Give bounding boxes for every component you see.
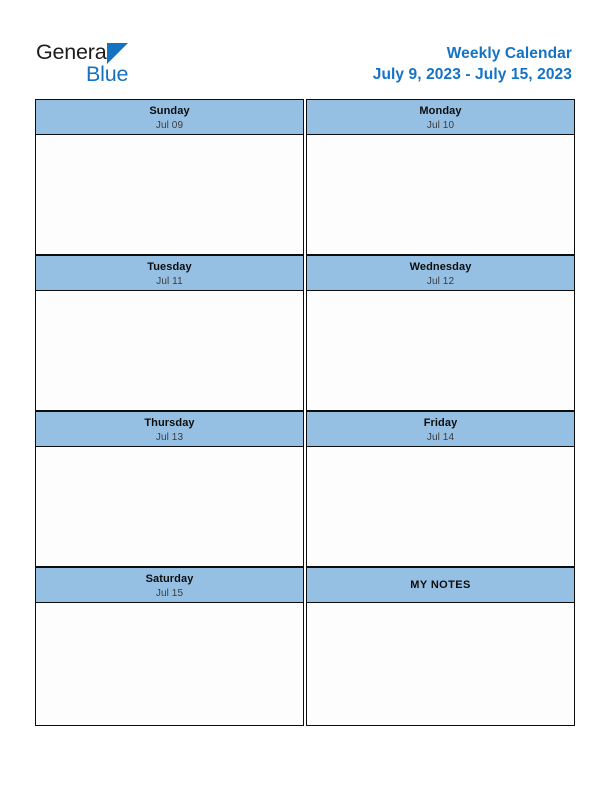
weekly-calendar-grid: Sunday Jul 09 Monday Jul 10 Tuesday Jul …	[35, 99, 576, 726]
logo-text-blue: Blue	[86, 62, 129, 86]
day-name-label: Sunday	[149, 105, 190, 117]
calendar-title-block: Weekly Calendar July 9, 2023 - July 15, …	[373, 44, 572, 85]
calendar-row: Tuesday Jul 11 Wednesday Jul 12	[35, 255, 576, 411]
day-name-label: Thursday	[144, 417, 195, 429]
page-header: General Blue Weekly Calendar July 9, 202…	[0, 0, 612, 99]
day-notes-area-tuesday[interactable]	[35, 291, 304, 411]
day-notes-area-saturday[interactable]	[35, 603, 304, 726]
day-header-thursday: Thursday Jul 13	[35, 411, 304, 447]
day-notes-area-monday[interactable]	[306, 135, 575, 255]
day-header-friday: Friday Jul 14	[306, 411, 575, 447]
calendar-row: Sunday Jul 09 Monday Jul 10	[35, 99, 576, 255]
day-date-label: Jul 12	[426, 276, 455, 287]
calendar-cell-wednesday: Wednesday Jul 12	[306, 255, 575, 411]
day-notes-area-sunday[interactable]	[35, 135, 304, 255]
day-name-label: Monday	[419, 105, 462, 117]
day-header-wednesday: Wednesday Jul 12	[306, 255, 575, 291]
day-date-label: Jul 14	[426, 432, 455, 443]
day-notes-area-thursday[interactable]	[35, 447, 304, 567]
day-date-label: Jul 09	[155, 120, 184, 131]
day-header-monday: Monday Jul 10	[306, 99, 575, 135]
page-title: Weekly Calendar	[446, 45, 572, 62]
day-name-label: Wednesday	[409, 261, 472, 273]
day-date-label: Jul 10	[426, 120, 455, 131]
day-date-label: Jul 13	[155, 432, 184, 443]
day-name-label: Tuesday	[147, 261, 192, 273]
calendar-cell-tuesday: Tuesday Jul 11	[35, 255, 304, 411]
calendar-cell-my-notes: MY NOTES	[306, 567, 575, 726]
date-range-label: July 9, 2023 - July 15, 2023	[372, 66, 572, 83]
day-header-saturday: Saturday Jul 15	[35, 567, 304, 603]
calendar-cell-sunday: Sunday Jul 09	[35, 99, 304, 255]
logo-text-general: General	[36, 40, 112, 64]
calendar-cell-monday: Monday Jul 10	[306, 99, 575, 255]
calendar-row: Thursday Jul 13 Friday Jul 14	[35, 411, 576, 567]
day-date-label: Jul 11	[156, 276, 183, 287]
day-date-label: Jul 15	[155, 588, 184, 599]
blue-triangle-icon	[107, 43, 128, 64]
day-header-tuesday: Tuesday Jul 11	[35, 255, 304, 291]
my-notes-label: MY NOTES	[410, 579, 471, 591]
general-blue-logo: General Blue	[36, 40, 166, 90]
calendar-cell-saturday: Saturday Jul 15	[35, 567, 304, 726]
calendar-row: Saturday Jul 15 MY NOTES	[35, 567, 576, 726]
my-notes-header: MY NOTES	[306, 567, 575, 603]
my-notes-area[interactable]	[306, 603, 575, 726]
day-name-label: Friday	[423, 417, 458, 429]
calendar-cell-friday: Friday Jul 14	[306, 411, 575, 567]
day-notes-area-wednesday[interactable]	[306, 291, 575, 411]
day-name-label: Saturday	[145, 573, 194, 585]
day-notes-area-friday[interactable]	[306, 447, 575, 567]
calendar-cell-thursday: Thursday Jul 13	[35, 411, 304, 567]
day-header-sunday: Sunday Jul 09	[35, 99, 304, 135]
